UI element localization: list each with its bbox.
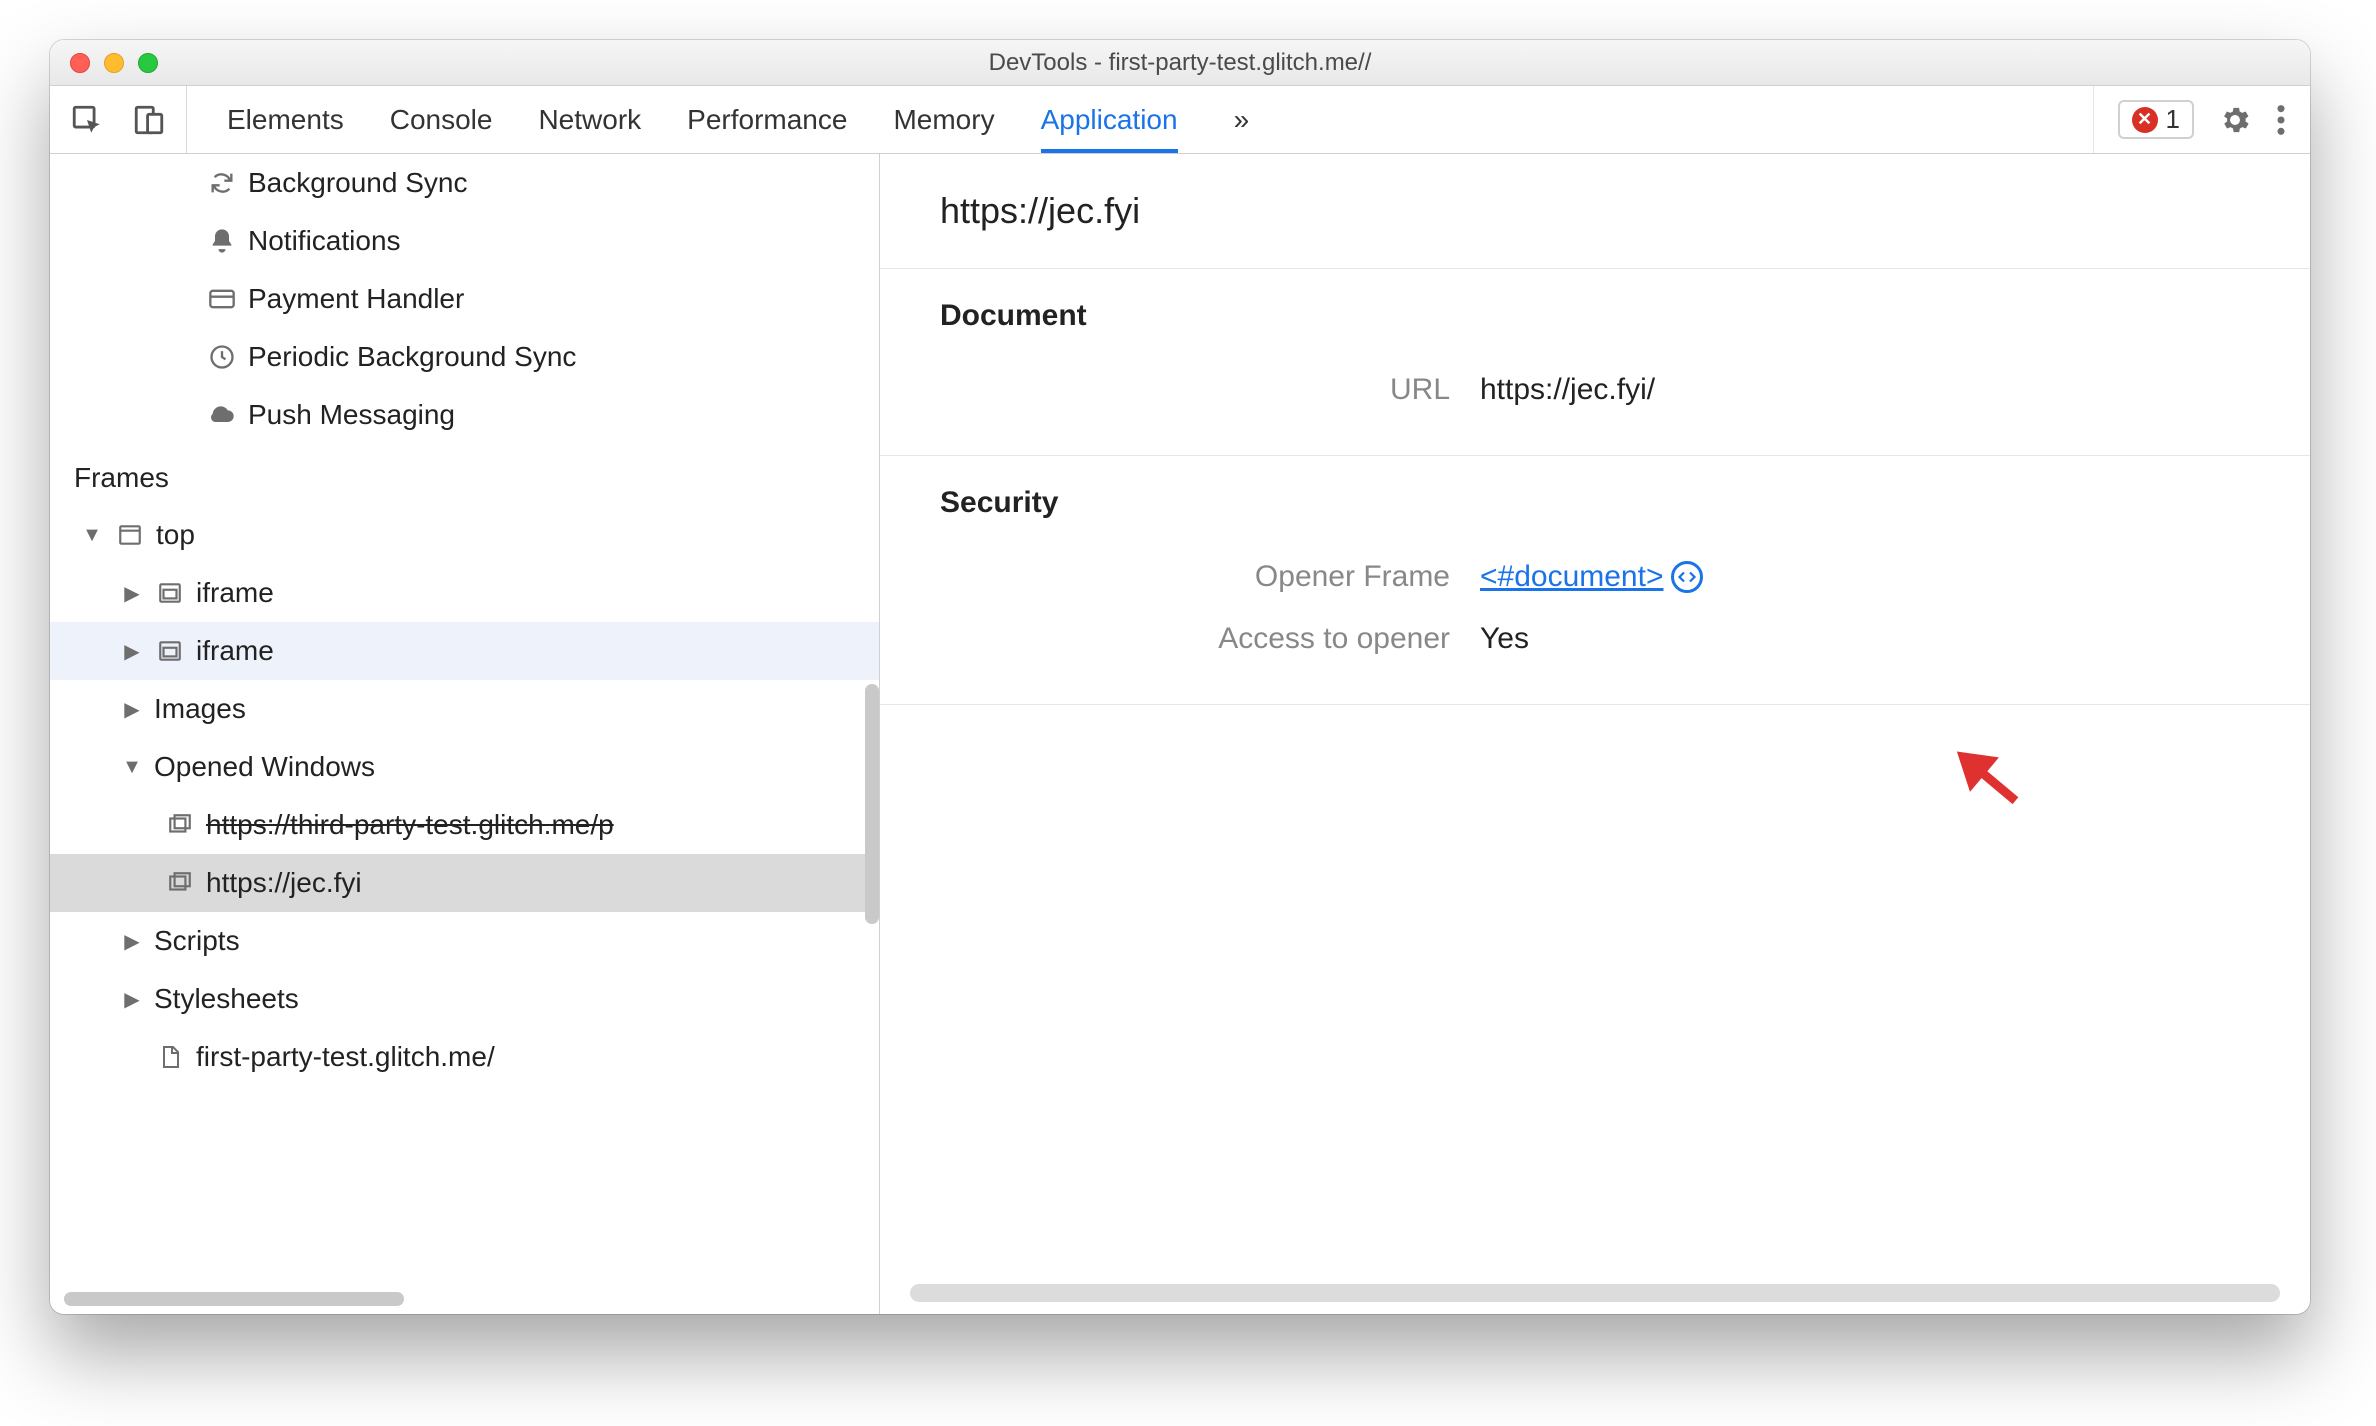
frame-label: Images bbox=[154, 693, 246, 725]
document-icon bbox=[154, 1043, 186, 1071]
annotation-arrow-icon bbox=[1927, 723, 2042, 838]
bell-icon bbox=[206, 227, 238, 255]
chevron-down-icon[interactable]: ▼ bbox=[120, 756, 144, 779]
security-heading: Security bbox=[880, 486, 2310, 546]
tab-console[interactable]: Console bbox=[390, 86, 493, 153]
sidebar-item-label: Background Sync bbox=[248, 167, 467, 199]
access-to-opener-value: Yes bbox=[1480, 622, 1529, 656]
row-opener-frame: Opener Frame <#document> bbox=[880, 546, 2310, 608]
frame-scripts[interactable]: ▶ Scripts bbox=[50, 912, 879, 970]
frame-images[interactable]: ▶ Images bbox=[50, 680, 879, 738]
frame-iframe-1[interactable]: ▶ iframe bbox=[50, 564, 879, 622]
frame-label: iframe bbox=[196, 577, 274, 609]
opener-frame-link[interactable]: <#document> bbox=[1480, 560, 1663, 594]
opened-window-url: https://jec.fyi bbox=[206, 867, 362, 899]
sidebar-item-periodic-background-sync[interactable]: Periodic Background Sync bbox=[50, 328, 879, 386]
frame-icon bbox=[154, 638, 186, 664]
access-to-opener-label: Access to opener bbox=[880, 622, 1480, 656]
tab-performance[interactable]: Performance bbox=[687, 86, 847, 153]
tab-application[interactable]: Application bbox=[1041, 86, 1178, 153]
sidebar-horizontal-scrollbar[interactable] bbox=[64, 1292, 404, 1306]
devtools-window: DevTools - first-party-test.glitch.me// … bbox=[50, 40, 2310, 1314]
sidebar-item-background-sync[interactable]: Background Sync bbox=[50, 154, 879, 212]
frames-heading: Frames bbox=[50, 444, 879, 506]
frame-document[interactable]: first-party-test.glitch.me/ bbox=[50, 1028, 879, 1086]
frame-icon bbox=[154, 580, 186, 606]
sidebar-item-label: Periodic Background Sync bbox=[248, 341, 576, 373]
frame-label: Stylesheets bbox=[154, 983, 299, 1015]
chevron-right-icon[interactable]: ▶ bbox=[120, 639, 144, 664]
chevron-right-icon[interactable]: ▶ bbox=[120, 987, 144, 1012]
error-count-badge[interactable]: ✕ 1 bbox=[2118, 100, 2194, 139]
sync-icon bbox=[206, 169, 238, 197]
tab-network[interactable]: Network bbox=[538, 86, 641, 153]
error-icon: ✕ bbox=[2132, 107, 2158, 133]
sidebar-item-payment-handler[interactable]: Payment Handler bbox=[50, 270, 879, 328]
chevron-down-icon[interactable]: ▼ bbox=[80, 524, 104, 547]
frame-label: Opened Windows bbox=[154, 751, 375, 783]
window-icon bbox=[114, 522, 146, 548]
cloud-icon bbox=[206, 401, 238, 429]
clock-icon bbox=[206, 343, 238, 371]
reveal-in-elements-icon[interactable] bbox=[1671, 561, 1703, 593]
chevron-right-icon[interactable]: ▶ bbox=[120, 929, 144, 954]
row-access-to-opener: Access to opener Yes bbox=[880, 608, 2310, 670]
devtools-toolbar: Elements Console Network Performance Mem… bbox=[50, 86, 2310, 154]
more-options-icon[interactable] bbox=[2276, 103, 2286, 137]
frame-label: first-party-test.glitch.me/ bbox=[196, 1041, 495, 1073]
card-icon bbox=[206, 285, 238, 313]
sidebar-item-label: Notifications bbox=[248, 225, 401, 257]
window-title: DevTools - first-party-test.glitch.me// bbox=[50, 49, 2310, 77]
sidebar-vertical-scrollbar[interactable] bbox=[865, 684, 879, 924]
window-titlebar: DevTools - first-party-test.glitch.me// bbox=[50, 40, 2310, 86]
frame-detail-panel: https://jec.fyi Document URL https://jec… bbox=[880, 154, 2310, 1314]
chevron-right-icon[interactable]: ▶ bbox=[120, 581, 144, 606]
opened-window-url: https://third-party-test.glitch.me/p bbox=[206, 809, 614, 841]
windows-icon bbox=[164, 812, 196, 838]
main-horizontal-scrollbar[interactable] bbox=[910, 1284, 2280, 1302]
row-url: URL https://jec.fyi/ bbox=[880, 359, 2310, 421]
frame-label: Scripts bbox=[154, 925, 240, 957]
inspect-element-icon[interactable] bbox=[70, 103, 104, 137]
document-heading: Document bbox=[880, 299, 2310, 359]
url-value: https://jec.fyi/ bbox=[1480, 373, 1655, 407]
frame-iframe-2[interactable]: ▶ iframe bbox=[50, 622, 879, 680]
opened-window-1[interactable]: https://third-party-test.glitch.me/p bbox=[50, 796, 879, 854]
sidebar-item-label: Push Messaging bbox=[248, 399, 455, 431]
frame-opened-windows[interactable]: ▼ Opened Windows bbox=[50, 738, 879, 796]
opened-window-2[interactable]: https://jec.fyi bbox=[50, 854, 879, 912]
frame-top[interactable]: ▼ top bbox=[50, 506, 879, 564]
windows-icon bbox=[164, 870, 196, 896]
frame-stylesheets[interactable]: ▶ Stylesheets bbox=[50, 970, 879, 1028]
application-sidebar: Background Sync Notifications Payment Ha… bbox=[50, 154, 880, 1314]
sidebar-item-label: Payment Handler bbox=[248, 283, 464, 315]
panel-tabs: Elements Console Network Performance Mem… bbox=[187, 86, 1299, 153]
url-label: URL bbox=[880, 373, 1480, 407]
chevron-right-icon[interactable]: ▶ bbox=[120, 697, 144, 722]
tab-memory[interactable]: Memory bbox=[893, 86, 994, 153]
sidebar-item-push-messaging[interactable]: Push Messaging bbox=[50, 386, 879, 444]
document-section: Document URL https://jec.fyi/ bbox=[880, 269, 2310, 456]
device-toolbar-icon[interactable] bbox=[132, 103, 166, 137]
settings-gear-icon[interactable] bbox=[2218, 103, 2252, 137]
detail-title: https://jec.fyi bbox=[880, 154, 2310, 269]
opener-frame-label: Opener Frame bbox=[880, 560, 1480, 594]
sidebar-item-notifications[interactable]: Notifications bbox=[50, 212, 879, 270]
frame-label: top bbox=[156, 519, 195, 551]
security-section: Security Opener Frame <#document> Access… bbox=[880, 456, 2310, 705]
error-count: 1 bbox=[2166, 104, 2180, 135]
more-tabs-button[interactable]: » bbox=[1224, 86, 1260, 153]
frame-label: iframe bbox=[196, 635, 274, 667]
tab-elements[interactable]: Elements bbox=[227, 86, 344, 153]
